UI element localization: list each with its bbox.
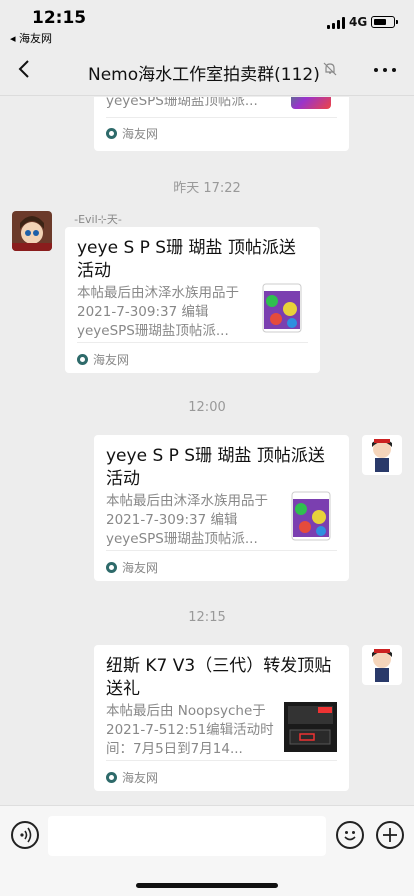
message-input[interactable] bbox=[48, 816, 326, 856]
haiyou-logo-icon bbox=[106, 128, 117, 139]
my-avatar[interactable] bbox=[362, 435, 402, 475]
signal-icon bbox=[327, 17, 345, 29]
chat-title: Nemo海水工作室拍卖群(112) bbox=[88, 65, 320, 85]
card-description: 本帖最后由沐泽水族用品于 2021-7-309:37 编辑 yeyeSPS珊瑚盐… bbox=[77, 285, 239, 339]
card-source: 海友网 bbox=[106, 769, 158, 786]
card-divider bbox=[106, 117, 337, 118]
card-source: 海友网 bbox=[106, 559, 158, 576]
link-card[interactable]: yeye S P S珊 瑚盐 顶帖派送活动 本帖最后由沐泽水族用品于 2021-… bbox=[94, 435, 349, 581]
card-thumbnail bbox=[291, 97, 331, 109]
more-options-icon[interactable] bbox=[374, 68, 396, 74]
sender-nickname: ﾠ-Evil⊹天-ﾠ bbox=[64, 213, 132, 226]
timestamp: 12:15 bbox=[188, 610, 226, 625]
card-source: 海友网 bbox=[106, 125, 158, 142]
battery-icon bbox=[371, 16, 398, 28]
card-divider bbox=[106, 760, 337, 761]
card-description: 本帖最后由沐泽水族用品于 2021-7-309:37 编辑 yeyeSPS珊瑚盐… bbox=[106, 493, 268, 547]
haiyou-logo-icon bbox=[106, 772, 117, 783]
voice-input-icon[interactable] bbox=[11, 821, 39, 849]
chat-header: Nemo海水工作室拍卖群(112) bbox=[0, 44, 414, 96]
status-time: 12:15 bbox=[32, 8, 87, 28]
card-source: 海友网 bbox=[77, 351, 129, 368]
card-thumbnail bbox=[284, 702, 337, 752]
link-card[interactable]: yeye S P S珊 瑚盐 顶帖派送活动 本帖最后由沐泽水族用品于 2021-… bbox=[65, 227, 320, 373]
card-divider bbox=[106, 550, 337, 551]
message-list[interactable]: yeyeSPS珊瑚盐顶帖派... 海友网 昨天 17:22 ﾠ-Evil⊹天-ﾠ… bbox=[0, 97, 414, 805]
card-title: 纽斯 K7 V3（三代）转发顶贴送礼 bbox=[106, 656, 332, 699]
timestamp: 昨天 17:22 bbox=[173, 181, 241, 196]
haiyou-logo-icon bbox=[106, 562, 117, 573]
card-divider bbox=[77, 342, 308, 343]
card-title: yeye S P S珊 瑚盐 顶帖派送活动 bbox=[77, 238, 296, 281]
card-description: 本帖最后由 Noopsyche于 2021-7-512:51编辑活动时间：7月5… bbox=[106, 703, 274, 757]
back-icon[interactable] bbox=[14, 58, 36, 80]
status-bar: 12:15 ◂ 海友网 4G bbox=[0, 0, 414, 45]
emoji-icon[interactable] bbox=[336, 821, 364, 849]
card-thumbnail bbox=[291, 489, 331, 541]
home-indicator[interactable] bbox=[136, 883, 278, 888]
sender-avatar[interactable] bbox=[12, 211, 52, 251]
mute-bell-icon bbox=[323, 62, 337, 76]
plus-icon[interactable] bbox=[376, 821, 404, 849]
card-title: yeye S P S珊 瑚盐 顶帖派送活动 bbox=[106, 446, 325, 489]
card-thumbnail bbox=[262, 281, 302, 333]
card-description: yeyeSPS珊瑚盐顶帖派... bbox=[106, 97, 258, 109]
network-type: 4G bbox=[349, 15, 368, 29]
timestamp: 12:00 bbox=[188, 400, 226, 415]
link-card[interactable]: yeyeSPS珊瑚盐顶帖派... 海友网 bbox=[94, 97, 349, 151]
my-avatar[interactable] bbox=[362, 645, 402, 685]
haiyou-logo-icon bbox=[77, 354, 88, 365]
link-card[interactable]: 纽斯 K7 V3（三代）转发顶贴送礼 本帖最后由 Noopsyche于 2021… bbox=[94, 645, 349, 791]
